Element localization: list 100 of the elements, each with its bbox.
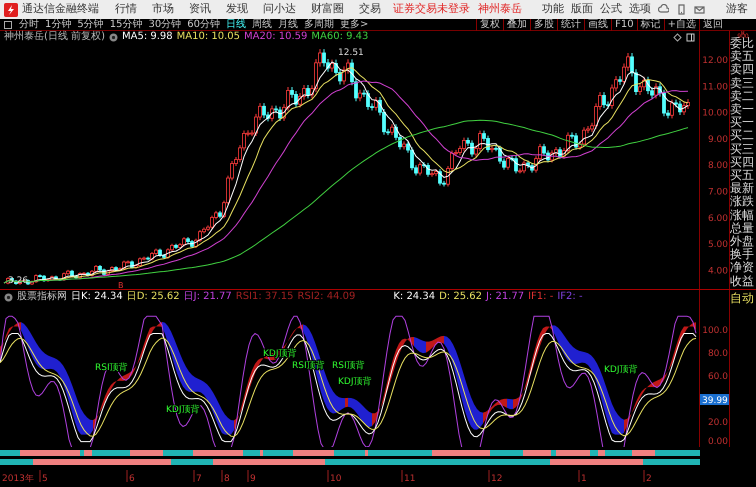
menu-item[interactable]: 财富圈 xyxy=(311,1,344,18)
period-tab[interactable]: 30分钟 xyxy=(145,18,184,30)
quote-label: 涨跌 xyxy=(730,195,755,209)
date-axis-label: 5 xyxy=(40,470,48,484)
period-tab[interactable]: 周线 xyxy=(248,18,275,30)
high-price-label: 12.51 xyxy=(338,48,364,58)
toolbar-button[interactable]: +自选 xyxy=(664,18,699,30)
period-tab[interactable]: 分时 xyxy=(16,18,42,30)
chart-title: 神州泰岳(日线 前复权) xyxy=(4,31,105,43)
indicator-value: 日K: 24.34 xyxy=(71,290,123,304)
price-axis-label: 7.00 xyxy=(708,188,728,198)
date-axis-label: 12 xyxy=(488,470,502,484)
price-axis-label: 4.00 xyxy=(708,266,728,276)
menu-item[interactable]: 版面 xyxy=(571,1,593,18)
quote-label: 最新 xyxy=(730,182,755,196)
quote-label: 委比 xyxy=(730,37,755,50)
quote-label: 总量 xyxy=(730,222,755,236)
indicator-value: D: 25.62 xyxy=(439,290,482,304)
date-axis-label: 7 xyxy=(194,470,202,484)
mail-icon[interactable] xyxy=(694,4,705,15)
stock-link[interactable]: 神州泰岳 xyxy=(478,1,522,18)
logo-icon xyxy=(4,2,18,16)
quote-label: 买三 xyxy=(730,142,755,156)
quote-label: 卖五 xyxy=(730,50,755,64)
period-tab[interactable]: 15分钟 xyxy=(106,18,146,30)
gear-icon xyxy=(108,32,118,42)
toolbar-button[interactable]: 叠加 xyxy=(503,18,530,30)
signal-label: KDJ顶背 xyxy=(604,365,638,375)
indicator-axis-label: 60.0 xyxy=(708,372,728,382)
date-axis-label: 10 xyxy=(328,470,342,484)
period-tab[interactable]: 60分钟 xyxy=(184,18,223,30)
period-tab[interactable]: 更多> xyxy=(336,18,372,30)
cloud-icon[interactable] xyxy=(658,4,669,15)
quote-label: 卖四 xyxy=(730,63,755,77)
menu-item[interactable]: 选项 xyxy=(629,1,651,18)
menu-item[interactable]: 公式 xyxy=(600,1,622,18)
toolbar-button[interactable]: 复权 xyxy=(476,18,504,30)
period-tab[interactable]: 多周期 xyxy=(300,18,337,30)
diamond-icon[interactable] xyxy=(673,32,682,42)
menu-item[interactable]: 功能 xyxy=(542,1,564,18)
date-axis-label: 1 xyxy=(578,470,587,484)
period-tab[interactable]: 1分钟 xyxy=(42,18,74,30)
price-axis-label: 6.00 xyxy=(708,214,728,224)
date-axis-label: 2 xyxy=(644,470,652,484)
toolbar-button[interactable]: F10 xyxy=(611,18,637,30)
ma-value: MA5: 9.98 xyxy=(122,31,173,43)
menu-item[interactable]: 资讯 xyxy=(189,1,211,18)
ma-value: MA60: 9.43 xyxy=(311,31,368,43)
toolbar-button[interactable]: 画线 xyxy=(584,18,612,30)
toolbar-button[interactable]: 标记 xyxy=(636,18,664,30)
date-axis-label: 8 xyxy=(222,470,230,484)
price-axis-label: 8.00 xyxy=(708,161,728,172)
indicator-value: J: 21.77 xyxy=(486,290,524,304)
quote-label: 收益 xyxy=(730,274,755,288)
date-axis-label: 2013年 xyxy=(2,474,34,484)
indicator-value: RSI2: 44.09 xyxy=(298,290,356,304)
menu-item[interactable]: 市场 xyxy=(152,1,174,18)
buy-signal-mark: B xyxy=(118,281,124,289)
indicator-name: 股票指标网 xyxy=(17,290,67,304)
signal-label: RSI顶背 xyxy=(332,361,365,371)
quote-label: 换手 xyxy=(730,248,755,262)
panel-toggle-icon[interactable] xyxy=(4,20,12,28)
quote-label: 卖一 xyxy=(730,103,755,116)
ma-value: MA10: 10.05 xyxy=(176,31,240,43)
period-tab[interactable]: 日线 xyxy=(222,18,249,30)
indicator-axis-label: 0.00 xyxy=(708,437,728,447)
period-tab[interactable]: 5分钟 xyxy=(74,18,107,30)
price-axis-label: 5.00 xyxy=(708,240,728,250)
quote-label: 外盘 xyxy=(730,235,755,248)
signal-label: KDJ顶背 xyxy=(338,377,372,387)
quote-label: 卖三 xyxy=(730,76,755,90)
indicator-value: K: 24.34 xyxy=(393,290,436,304)
quote-label: 涨幅 xyxy=(730,208,755,222)
low-price-label: 3.26 xyxy=(8,276,28,286)
period-tab[interactable]: 月线 xyxy=(274,18,301,30)
menu-item[interactable]: 问小达 xyxy=(263,1,296,18)
menu-item[interactable]: 交易 xyxy=(359,1,381,18)
date-axis-label: 11 xyxy=(402,470,416,484)
date-axis-label: 9 xyxy=(248,470,256,484)
menu-item[interactable]: 发现 xyxy=(226,1,248,18)
user-name[interactable]: 游客 xyxy=(726,1,748,18)
login-notice[interactable]: 证券交易未登录 xyxy=(393,1,470,18)
indicator-value: IF1: - xyxy=(528,290,554,304)
price-axis-label: 9.00 xyxy=(708,134,728,145)
ma-value: MA20: 10.59 xyxy=(244,31,308,43)
toolbar-button[interactable]: 统计 xyxy=(557,18,584,30)
toolbar-button[interactable]: 返回 xyxy=(699,18,726,30)
indicator-axis-label: 80.0 xyxy=(708,349,728,359)
current-value-tag: 39.99 xyxy=(700,394,729,406)
toolbar-button[interactable]: 多股 xyxy=(530,18,558,30)
panel-icon[interactable] xyxy=(686,32,695,42)
quote-label: 买一 xyxy=(730,116,755,130)
phone-icon[interactable] xyxy=(676,4,687,15)
mode-label[interactable]: 自动 xyxy=(730,292,756,306)
indicator-axis-label: 100.0 xyxy=(702,326,728,336)
menu-item[interactable]: 行情 xyxy=(115,1,137,18)
quote-label: 卖二 xyxy=(730,90,755,103)
indicator-value: 日D: 25.62 xyxy=(126,290,180,304)
price-axis-label: 12.00 xyxy=(702,56,728,66)
price-axis-label: 11.00 xyxy=(702,82,728,92)
